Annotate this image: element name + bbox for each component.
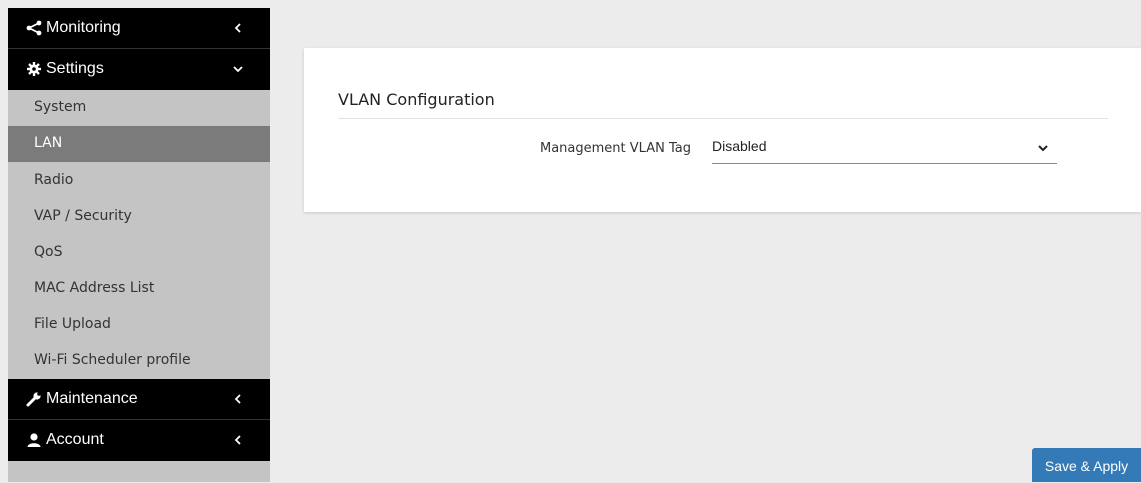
sidebar-item-label: Wi-Fi Scheduler profile: [34, 352, 191, 368]
menu-monitoring-label: Monitoring: [46, 19, 121, 36]
chevron-left-icon: [234, 23, 241, 33]
sidebar-item-system[interactable]: System: [8, 90, 270, 126]
menu-settings[interactable]: Settings: [8, 49, 270, 90]
sidebar-item-label: File Upload: [34, 316, 111, 332]
menu-monitoring[interactable]: Monitoring: [8, 8, 270, 49]
card-title: VLAN Configuration: [338, 90, 495, 109]
wrench-icon: [26, 392, 41, 407]
sidebar-item-lan[interactable]: LAN: [8, 126, 270, 162]
management-vlan-tag-label: Management VLAN Tag: [540, 141, 691, 156]
chevron-left-icon: [234, 435, 241, 445]
sidebar-item-label: LAN: [34, 135, 63, 151]
menu-settings-label: Settings: [46, 60, 104, 77]
sidebar-item-label: System: [34, 99, 87, 115]
select-value: Disabled: [712, 138, 767, 154]
sidebar-item-label: Radio: [34, 172, 74, 188]
sidebar-item-vap-security[interactable]: VAP / Security: [8, 199, 270, 235]
save-apply-button[interactable]: Save & Apply: [1032, 448, 1141, 482]
sidebar-item-label: QoS: [34, 244, 63, 260]
vlan-card: VLAN Configuration Management VLAN Tag D…: [304, 48, 1141, 212]
chevron-down-icon: [1038, 145, 1048, 152]
management-vlan-tag-select[interactable]: Disabled: [712, 134, 1057, 164]
sidebar-item-label: VAP / Security: [34, 208, 132, 224]
menu-account-label: Account: [46, 431, 104, 448]
gear-icon: [27, 62, 41, 76]
sidebar-item-mac-address-list[interactable]: MAC Address List: [8, 271, 270, 307]
sidebar-item-radio[interactable]: Radio: [8, 163, 270, 199]
chevron-left-icon: [234, 394, 241, 404]
sidebar-item-wifi-scheduler-profile[interactable]: Wi-Fi Scheduler profile: [8, 343, 270, 379]
card-divider: [338, 118, 1108, 119]
menu-maintenance[interactable]: Maintenance: [8, 379, 270, 420]
menu-maintenance-label: Maintenance: [46, 390, 138, 407]
menu-account[interactable]: Account: [8, 420, 270, 461]
chevron-down-icon: [233, 66, 243, 73]
sidebar: Monitoring Settings System LAN Radio VAP…: [8, 8, 270, 482]
sidebar-item-qos[interactable]: QoS: [8, 235, 270, 271]
sidebar-item-file-upload[interactable]: File Upload: [8, 307, 270, 343]
main-content: VLAN Configuration Management VLAN Tag D…: [270, 8, 1141, 482]
sidebar-item-label: MAC Address List: [34, 280, 155, 296]
share-icon: [26, 20, 42, 36]
user-icon: [27, 433, 41, 447]
